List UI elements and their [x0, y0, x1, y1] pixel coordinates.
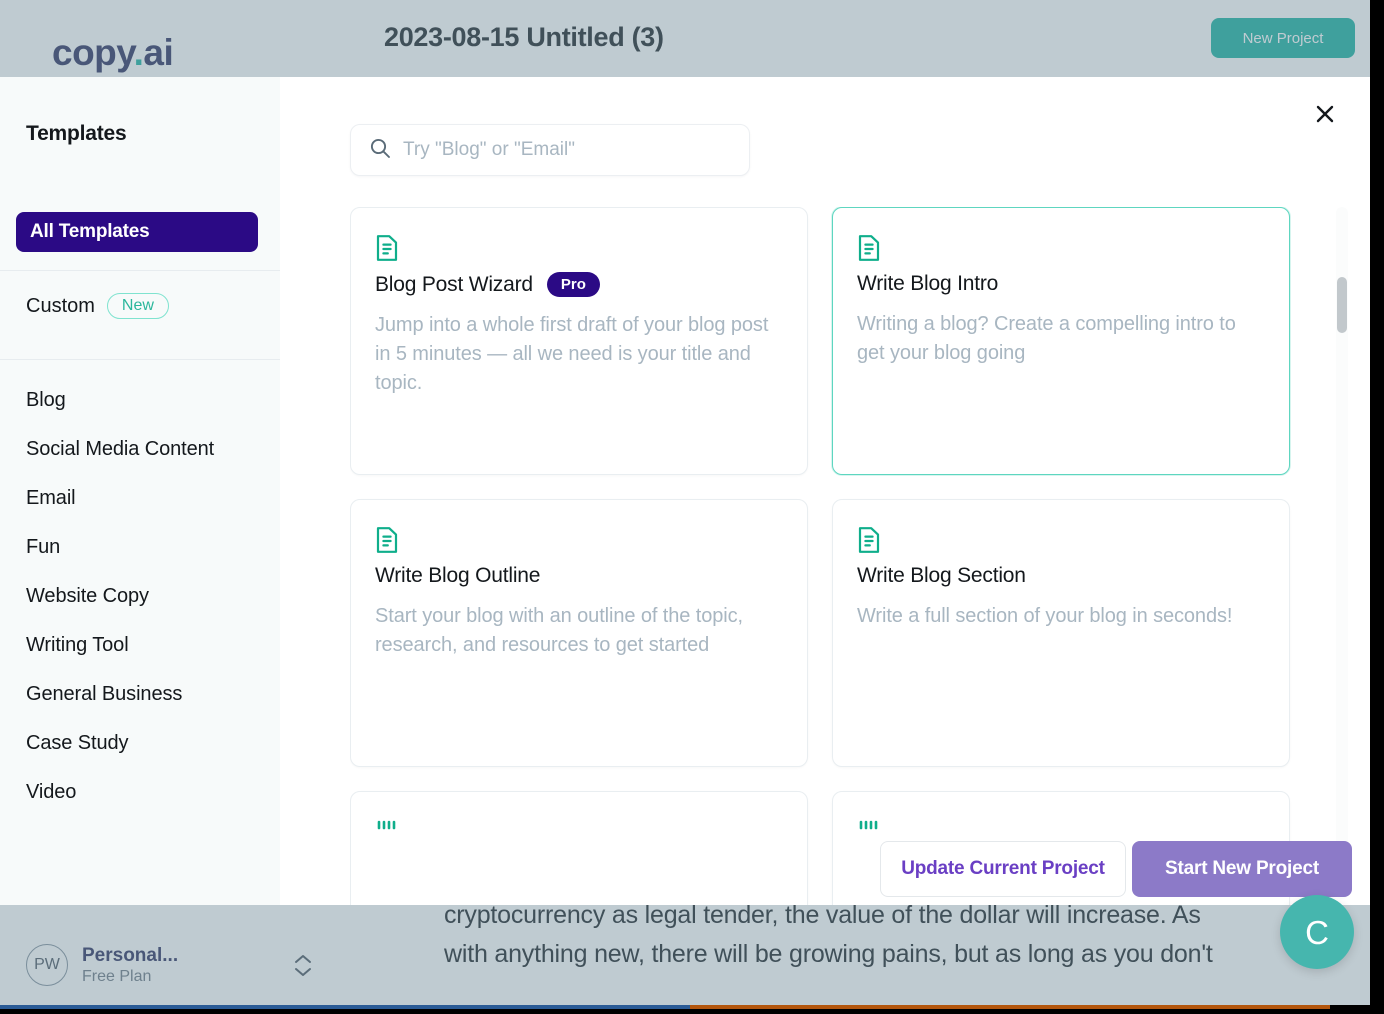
template-description: Write a full section of your blog in sec… [857, 605, 1233, 627]
sidebar-item-label: Custom [26, 294, 95, 317]
document-icon [375, 234, 783, 264]
template-card-write-blog-section[interactable]: Write Blog Section Write a full section … [832, 499, 1290, 767]
templates-scroll-area[interactable]: Blog Post Wizard Pro Jump into a whole f… [350, 207, 1354, 905]
scrollbar-thumb[interactable] [1337, 277, 1347, 333]
document-icon [857, 234, 1265, 264]
templates-modal: Templates All Templates Custom New Blog … [0, 77, 1370, 905]
chat-logo-icon: C [1305, 913, 1329, 951]
template-card-header: Write Blog Section [857, 564, 1265, 588]
template-card-header: Blog Post Wizard Pro [375, 272, 783, 297]
sidebar-item-custom[interactable]: Custom New [0, 271, 280, 341]
sidebar-item-social-media-content[interactable]: Social Media Content [0, 425, 280, 474]
template-description: Start your blog with an outline of the t… [375, 605, 743, 656]
template-title: Write Blog Section [857, 564, 1026, 587]
template-title: Write Blog Intro [857, 272, 999, 295]
taskbar-strip-blue [0, 1005, 690, 1009]
start-new-project-button[interactable]: Start New Project [1132, 841, 1352, 897]
search-input[interactable] [403, 139, 731, 161]
templates-grid: Blog Post Wizard Pro Jump into a whole f… [350, 207, 1354, 905]
template-card-write-blog-outline[interactable]: Write Blog Outline Start your blog with … [350, 499, 808, 767]
template-title: Write Blog Outline [375, 564, 541, 587]
templates-content: Blog Post Wizard Pro Jump into a whole f… [280, 77, 1370, 905]
template-card-write-blog-intro[interactable]: Write Blog Intro Writing a blog? Create … [832, 207, 1290, 475]
template-description: Jump into a whole first draft of your bl… [375, 314, 769, 394]
template-card-header: Write Blog Intro [857, 272, 1265, 296]
template-card-header: Write Blog Outline [375, 564, 783, 588]
document-icon [375, 526, 783, 556]
taskbar-strip-orange [690, 1005, 1330, 1009]
update-current-project-button[interactable]: Update Current Project [880, 841, 1126, 897]
template-description: Writing a blog? Create a compelling intr… [857, 313, 1236, 364]
search-icon [369, 137, 391, 164]
templates-sidebar: Templates All Templates Custom New Blog … [0, 77, 280, 905]
screen-root: copy.ai 2023-08-15 Untitled (3) New Proj… [0, 0, 1384, 1014]
template-card-partial-1[interactable] [350, 791, 808, 905]
template-card-blog-post-wizard[interactable]: Blog Post Wizard Pro Jump into a whole f… [350, 207, 808, 475]
sidebar-item-writing-tool[interactable]: Writing Tool [0, 621, 280, 670]
sidebar-item-blog[interactable]: Blog [0, 376, 280, 425]
sidebar-item-fun[interactable]: Fun [0, 523, 280, 572]
sidebar-item-label: All Templates [30, 221, 150, 242]
window-edge-bottom [0, 1005, 1384, 1014]
pro-badge: Pro [546, 272, 600, 297]
window-edge-right [1370, 0, 1384, 1014]
close-icon[interactable] [1308, 97, 1342, 131]
sidebar-category-list: Blog Social Media Content Email Fun Webs… [0, 360, 280, 817]
sidebar-item-video[interactable]: Video [0, 768, 280, 817]
quote-icon [375, 818, 783, 848]
chat-widget-button[interactable]: C [1280, 895, 1354, 969]
sidebar-item-general-business[interactable]: General Business [0, 670, 280, 719]
new-badge: New [106, 293, 169, 319]
sidebar-item-website-copy[interactable]: Website Copy [0, 572, 280, 621]
panel-title: Templates [26, 122, 127, 145]
sidebar-item-case-study[interactable]: Case Study [0, 719, 280, 768]
document-icon [857, 526, 1265, 556]
template-title: Blog Post Wizard [375, 272, 533, 296]
sidebar-item-all-templates[interactable]: All Templates [16, 212, 258, 252]
sidebar-item-email[interactable]: Email [0, 474, 280, 523]
scrollbar-track[interactable] [1336, 207, 1348, 899]
modal-action-bar: Update Current Project Start New Project [880, 841, 1352, 897]
search-box[interactable] [350, 124, 750, 176]
